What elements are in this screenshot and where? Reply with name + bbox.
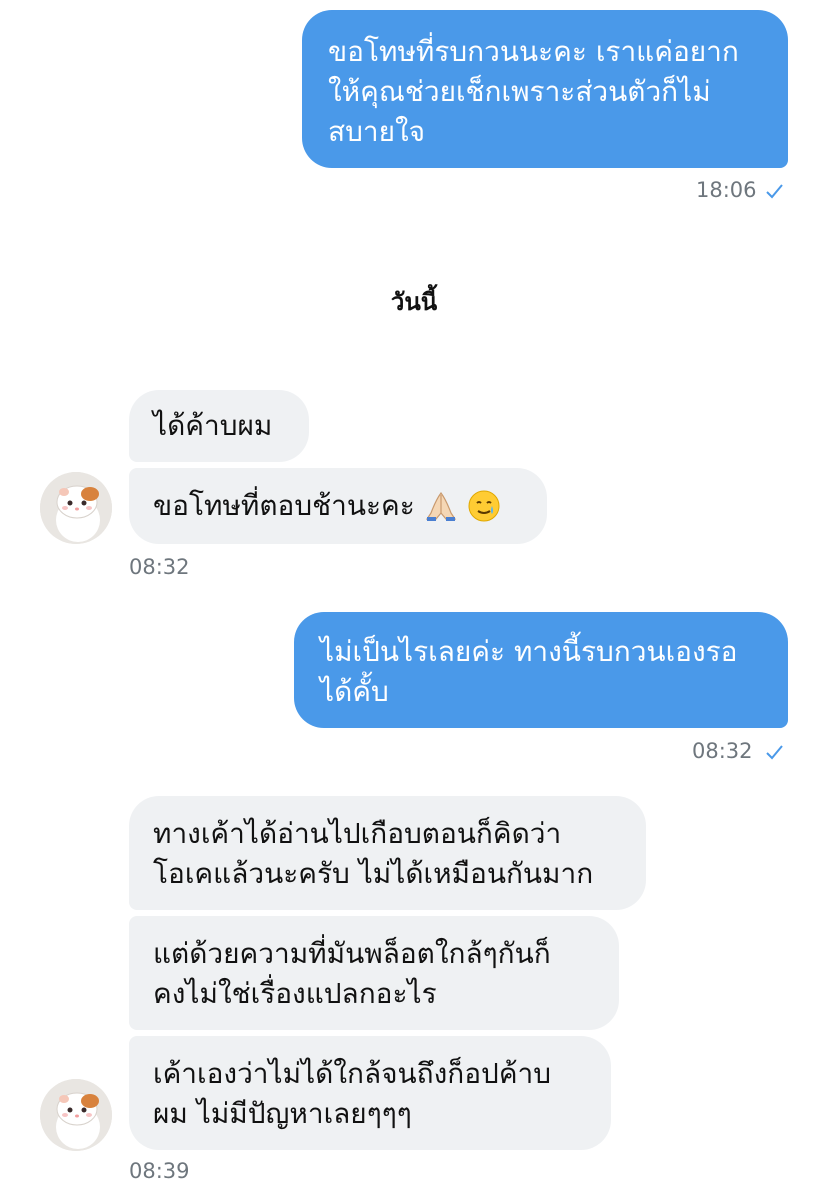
message-bubble-incoming[interactable]: ทางเค้าได้อ่านไปเกือบตอนก็คิดว่า โอเคแล้… <box>129 796 646 910</box>
folded-hands-emoji <box>425 491 456 521</box>
message-text-line: ขอโทษที่ตอบช้านะคะ <box>153 489 415 522</box>
message-bubble-incoming[interactable]: เค้าเองว่าไม่ได้ใกล้จนถึงก็อปค้าบ ผม ไม่… <box>129 1036 611 1150</box>
message-text-line: ไม่เป็นไรเลยค่ะ ทางนี้รบกวนเองรอ <box>320 635 738 668</box>
message-bubble-incoming[interactable]: แต่ด้วยความที่มันพล็อตใกล้ๆกันก็ คงไม่ใช… <box>129 916 619 1030</box>
avatar-hamster-icon <box>40 472 112 544</box>
message-text-line: แต่ด้วยความที่มันพล็อตใกล้ๆกันก็ <box>153 937 551 970</box>
check-icon <box>766 184 783 199</box>
day-separator: วันนี้ <box>390 288 438 316</box>
message-timestamp: 08:32 <box>692 739 753 763</box>
message-bubble-incoming[interactable]: ขอโทษที่ตอบช้านะคะ <box>129 468 547 544</box>
avatar[interactable] <box>40 1079 112 1151</box>
message-text-line: ผม ไม่มีปัญหาเลยๆๆๆ <box>153 1097 412 1130</box>
message-text-line: โอเคแล้วนะครับ ไม่ได้เหมือนกันมาก <box>153 857 594 890</box>
message-text-line: ได้ค้าบผม <box>153 409 273 442</box>
message-text-line: สบายใจ <box>328 115 426 148</box>
message-text-line: ขอโทษที่รบกวนนะคะ เราแค่อยาก <box>328 35 739 68</box>
message-text-line: ให้คุณช่วยเช็กเพราะส่วนตัวก็ไม่ <box>328 75 711 108</box>
message-text-line: ทางเค้าได้อ่านไปเกือบตอนก็คิดว่า <box>153 817 562 850</box>
message-bubble-incoming[interactable]: ได้ค้าบผม <box>129 390 309 462</box>
message-text-line: คงไม่ใช่เรื่องแปลกอะไร <box>153 977 437 1010</box>
message-text-line: ได้คั้บ <box>320 675 389 708</box>
message-bubble-outgoing[interactable]: ไม่เป็นไรเลยค่ะ ทางนี้รบกวนเองรอ ได้คั้บ <box>294 612 788 728</box>
message-bubble-outgoing[interactable]: ขอโทษที่รบกวนนะคะ เราแค่อยาก ให้คุณช่วยเ… <box>302 10 788 168</box>
message-text-line: เค้าเองว่าไม่ได้ใกล้จนถึงก็อปค้าบ <box>153 1057 552 1090</box>
message-timestamp: 08:32 <box>129 555 190 579</box>
smiling-face-with-tear-emoji <box>468 490 500 522</box>
avatar-hamster-icon <box>40 1079 112 1151</box>
message-timestamp: 18:06 <box>696 178 757 202</box>
message-timestamp: 08:39 <box>129 1159 190 1183</box>
check-icon <box>766 745 783 760</box>
avatar[interactable] <box>40 472 112 544</box>
